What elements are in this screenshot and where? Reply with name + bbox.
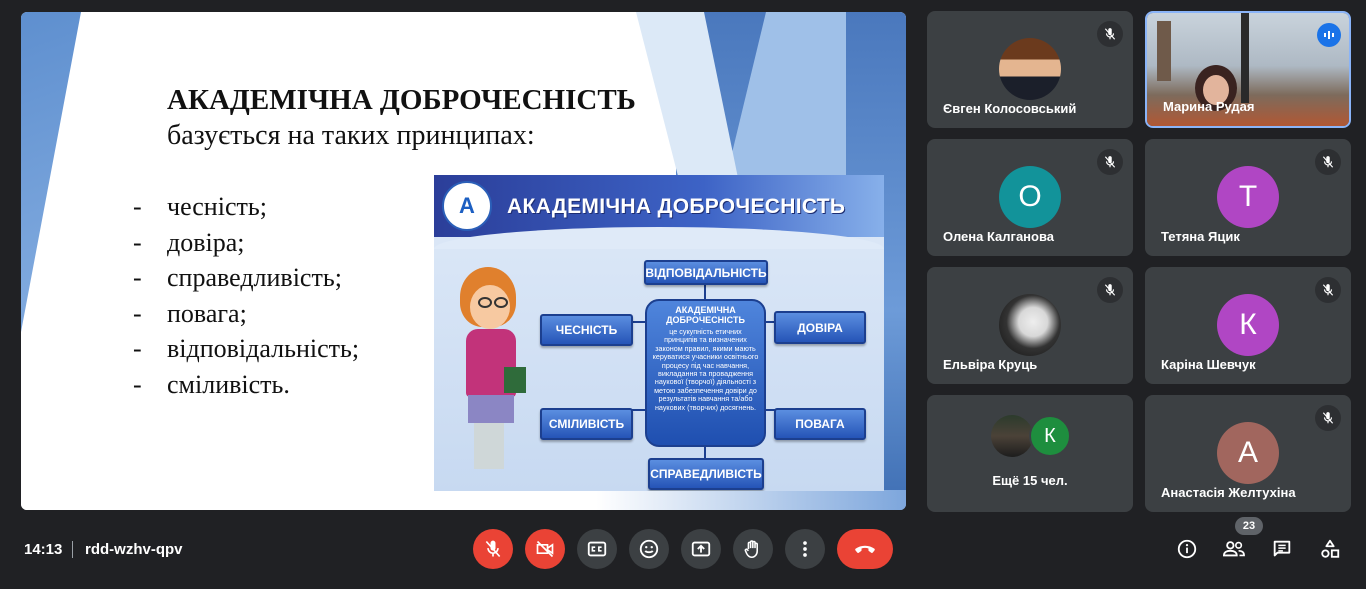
- participant-tile[interactable]: Ельвіра Круць: [927, 267, 1133, 384]
- mic-off-icon: [1315, 149, 1341, 175]
- principle-item: - справедливість;: [133, 263, 359, 299]
- hand-icon: [744, 540, 758, 559]
- poster-box-trust: ДОВІРА: [774, 311, 866, 344]
- raise-hand-button[interactable]: [733, 529, 773, 569]
- mic-off-icon: [1097, 277, 1123, 303]
- avatar: А: [1217, 422, 1279, 484]
- integrity-poster: A АКАДЕМІЧНА ДОБРОЧЕСНІСТЬ ВІДПОВІДАЛЬНІ…: [434, 175, 884, 491]
- call-end-icon: [855, 545, 875, 553]
- principle-item: - відповідальність;: [133, 334, 359, 370]
- emoji-icon: [639, 539, 659, 559]
- principle-item: - повага;: [133, 299, 359, 335]
- slide-title: АКАДЕМІЧНА ДОБРОЧЕСНІСТЬ: [167, 84, 636, 116]
- more-participants-label: Ещё 15 чел.: [992, 473, 1068, 488]
- avatar: К: [1029, 415, 1071, 457]
- participant-tile[interactable]: О Олена Калганова: [927, 139, 1133, 256]
- leave-call-button[interactable]: [837, 529, 893, 569]
- teacher-illustration: [452, 267, 532, 475]
- mic-off-icon: [485, 540, 501, 558]
- avatar: [999, 294, 1061, 356]
- slide-decoration-left: [21, 12, 81, 332]
- participant-name: Анастасія Желтухіна: [1161, 485, 1296, 500]
- principle-item: - чесність;: [133, 192, 359, 228]
- captions-icon: [587, 541, 607, 557]
- avatar: [991, 415, 1033, 457]
- present-icon: [691, 541, 711, 557]
- poster-definition-title: АКАДЕМІЧНА ДОБРОЧЕСНІСТЬ: [666, 305, 745, 325]
- participant-name: Євген Колосовський: [943, 101, 1077, 116]
- meeting-code: rdd-wzhv-qpv: [85, 541, 183, 558]
- principle-text: відповідальність;: [167, 334, 360, 363]
- activities-icon: [1321, 539, 1340, 558]
- present-screen-button[interactable]: [681, 529, 721, 569]
- participant-tile[interactable]: А Анастасія Желтухіна: [1145, 395, 1351, 512]
- participant-name: Олена Калганова: [943, 229, 1055, 244]
- speaking-indicator-icon: [1317, 23, 1341, 47]
- principle-item: - сміливість.: [133, 370, 359, 406]
- avatar: К: [1217, 294, 1279, 356]
- poster-box-respect: ПОВАГА: [774, 408, 866, 440]
- participant-name: Ельвіра Круць: [943, 357, 1038, 372]
- meeting-time: 14:13: [24, 541, 63, 558]
- bullet-dash: -: [133, 263, 142, 292]
- bullet-dash: -: [133, 369, 142, 399]
- principle-item: - довіра;: [133, 228, 359, 264]
- principles-list: - чесність; - довіра; - справедливість; - по…: [133, 192, 359, 405]
- microphone-toggle-button[interactable]: [473, 529, 513, 569]
- mic-off-icon: [1097, 149, 1123, 175]
- principle-text: довіра;: [167, 227, 245, 257]
- meet-window: АКАДЕМІЧНА ДОБРОЧЕСНІСТЬ базується на та…: [0, 0, 1366, 589]
- poster-definition: АКАДЕМІЧНА ДОБРОЧЕСНІСТЬ це сукупність е…: [645, 299, 766, 447]
- poster-box-courage: СМІЛИВІСТЬ: [540, 408, 633, 440]
- avatar: [999, 38, 1061, 100]
- reactions-button[interactable]: [629, 529, 669, 569]
- divider: [72, 541, 73, 558]
- captions-button[interactable]: [577, 529, 617, 569]
- more-vert-icon: [803, 541, 807, 557]
- bullet-dash: -: [133, 334, 142, 363]
- participant-name: Марина Рудая: [1163, 99, 1255, 114]
- participant-tile[interactable]: К Каріна Шевчук: [1145, 267, 1351, 384]
- mic-off-icon: [1097, 21, 1123, 47]
- participant-tile[interactable]: Т Тетяна Яцик: [1145, 139, 1351, 256]
- activities-button[interactable]: [1317, 536, 1343, 562]
- poster-title: АКАДЕМІЧНА ДОБРОЧЕСНІСТЬ: [507, 195, 846, 218]
- people-button[interactable]: [1221, 536, 1247, 562]
- poster-definition-text: це сукупність етичних принципів та визна…: [652, 327, 759, 412]
- meeting-details-button[interactable]: [1174, 536, 1200, 562]
- slide-decoration-bottom: [21, 490, 906, 510]
- more-participants-tile[interactable]: К Ещё 15 чел.: [927, 395, 1133, 512]
- info-icon: [1177, 539, 1197, 559]
- principle-text: чесність;: [167, 192, 267, 221]
- participant-tile[interactable]: Євген Колосовський: [927, 11, 1133, 128]
- poster-box-honesty: ЧЕСНІСТЬ: [540, 314, 633, 346]
- more-options-button[interactable]: [785, 529, 825, 569]
- participant-tile-speaking[interactable]: Марина Рудая: [1145, 11, 1351, 128]
- avatar: О: [999, 166, 1061, 228]
- avatar: Т: [1217, 166, 1279, 228]
- camera-off-icon: [536, 540, 554, 558]
- people-count-badge: 23: [1235, 517, 1263, 535]
- principle-text: повага;: [167, 298, 247, 328]
- poster-box-fairness: СПРАВЕДЛИВІСТЬ: [648, 458, 764, 490]
- bullet-dash: -: [133, 298, 142, 328]
- mic-off-icon: [1315, 405, 1341, 431]
- poster-box-responsibility: ВІДПОВІДАЛЬНІСТЬ: [644, 260, 768, 285]
- mic-off-icon: [1315, 277, 1341, 303]
- principle-text: справедливість;: [167, 263, 342, 292]
- people-icon: [1222, 541, 1245, 557]
- participant-name: Каріна Шевчук: [1161, 357, 1256, 372]
- university-logo: A: [442, 181, 492, 231]
- camera-toggle-button[interactable]: [525, 529, 565, 569]
- bullet-dash: -: [133, 192, 142, 221]
- presentation-slide: АКАДЕМІЧНА ДОБРОЧЕСНІСТЬ базується на та…: [21, 12, 906, 510]
- bullet-dash: -: [133, 227, 142, 257]
- participant-name: Тетяна Яцик: [1161, 229, 1240, 244]
- principle-text: сміливість.: [167, 369, 290, 399]
- slide-subtitle: базується на таких принципах:: [167, 120, 535, 151]
- chat-icon: [1273, 540, 1291, 557]
- chat-button[interactable]: [1269, 536, 1295, 562]
